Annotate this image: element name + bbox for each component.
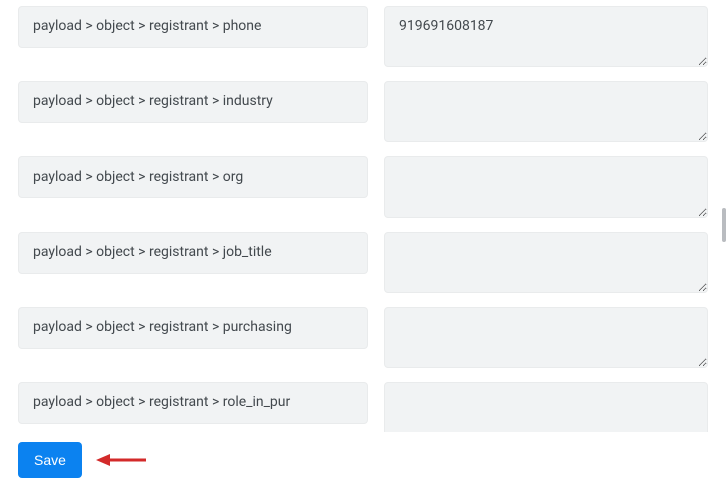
field-label: payload > object > registrant > org <box>18 156 368 198</box>
field-label: payload > object > registrant > role_in_… <box>18 382 368 424</box>
field-value-purchasing[interactable] <box>384 307 708 368</box>
field-value-industry[interactable] <box>384 81 708 142</box>
field-row-org: payload > object > registrant > org <box>18 156 708 217</box>
field-row-industry: payload > object > registrant > industry <box>18 81 708 142</box>
field-row-purchasing: payload > object > registrant > purchasi… <box>18 307 708 368</box>
field-label: payload > object > registrant > phone <box>18 6 368 48</box>
field-value-job-title[interactable] <box>384 232 708 293</box>
scrollbar-thumb[interactable] <box>722 208 726 242</box>
footer-bar: Save <box>0 432 726 500</box>
field-value-org[interactable] <box>384 156 708 217</box>
field-label: payload > object > registrant > job_titl… <box>18 232 368 274</box>
field-value-phone[interactable] <box>384 6 708 67</box>
save-button[interactable]: Save <box>18 442 82 478</box>
field-row-phone: payload > object > registrant > phone <box>18 6 708 67</box>
field-label: payload > object > registrant > industry <box>18 81 368 123</box>
annotation-arrow-icon <box>94 452 148 468</box>
form-scroll-area[interactable]: payload > object > registrant > phone pa… <box>0 0 726 440</box>
field-row-job-title: payload > object > registrant > job_titl… <box>18 232 708 293</box>
field-label: payload > object > registrant > purchasi… <box>18 307 368 349</box>
